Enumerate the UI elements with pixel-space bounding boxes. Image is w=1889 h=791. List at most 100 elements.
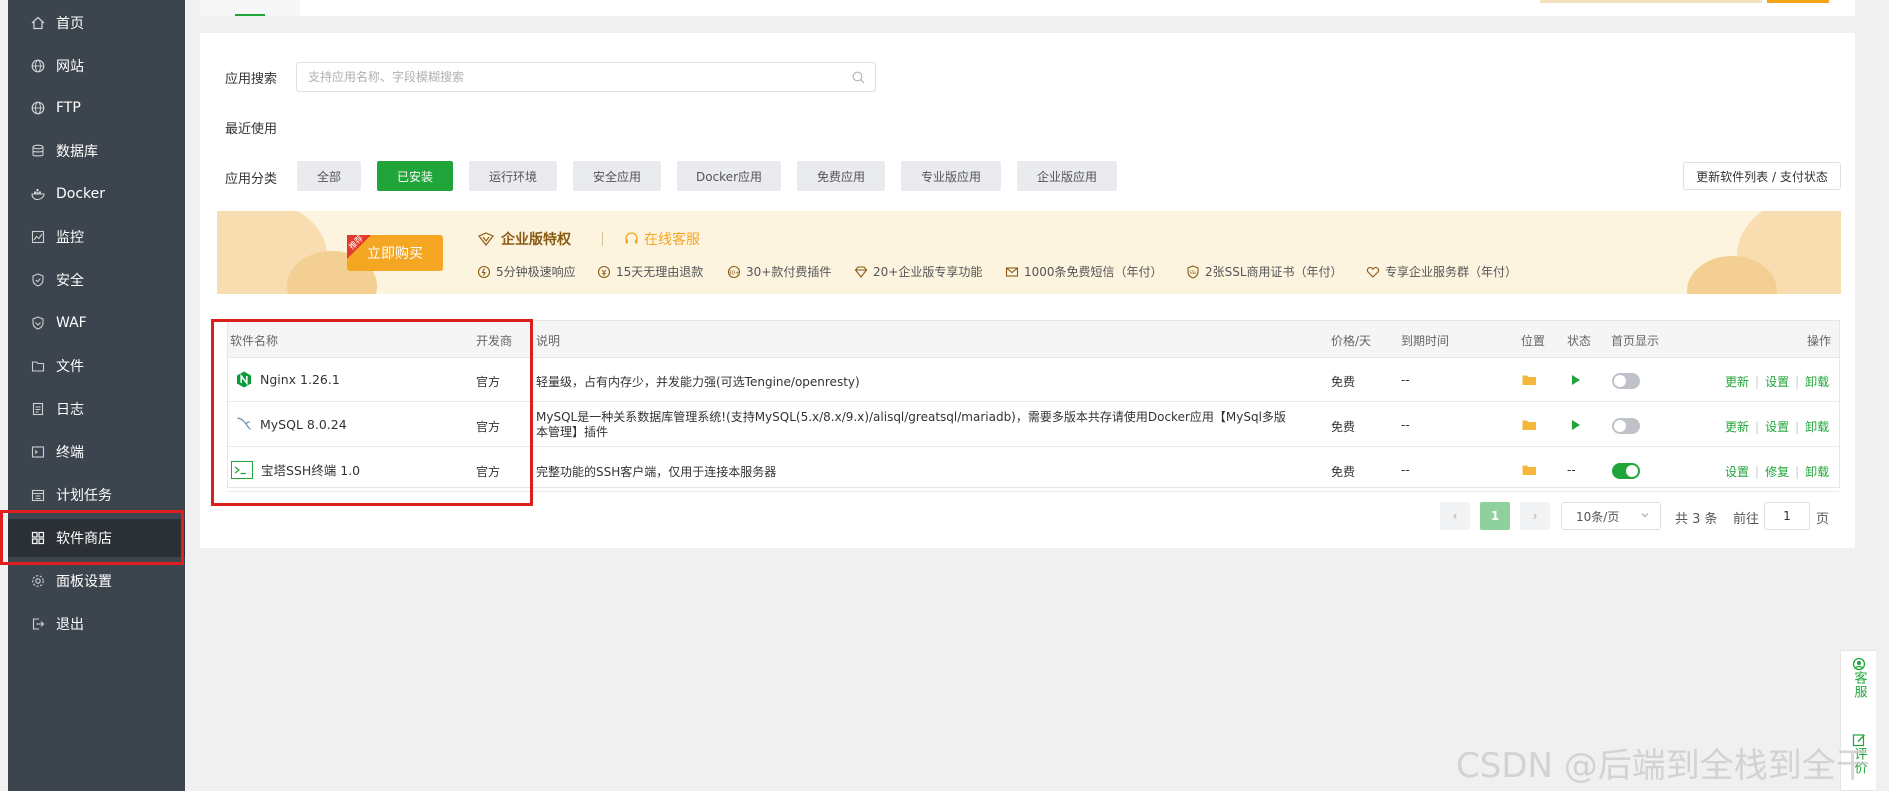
next-page-button[interactable]: › xyxy=(1520,502,1550,530)
online-service-text: 在线客服 xyxy=(644,232,700,248)
category-security[interactable]: 安全应用 xyxy=(573,161,661,191)
csdn-watermark: CSDN @后端到全栈到全干 xyxy=(1456,746,1870,786)
homepage-toggle[interactable] xyxy=(1612,373,1640,389)
sidebar-item-cron[interactable]: 计划任务 xyxy=(8,476,185,514)
sidebar-item-waf[interactable]: WAF xyxy=(8,304,185,342)
price: 免费 xyxy=(1331,420,1356,434)
sidebar-item-label: 数据库 xyxy=(56,144,98,160)
banner-divider xyxy=(602,232,603,246)
online-service-link[interactable]: 在线客服 xyxy=(624,229,700,249)
folder-open-icon[interactable] xyxy=(1522,374,1537,386)
table-row: 宝塔SSH终端 1.0 官方 完整功能的SSH客户端，仅用于连接本服务器 免费 … xyxy=(228,448,1839,492)
sidebar-item-ftp[interactable]: FTP xyxy=(8,89,185,127)
software-name[interactable]: 宝塔SSH终端 1.0 xyxy=(231,460,360,479)
update-action[interactable]: 更新 xyxy=(1725,375,1749,389)
table-header: 软件名称 开发商 说明 价格/天 到期时间 位置 状态 首页显示 操作 xyxy=(228,321,1839,358)
sidebar-item-files[interactable]: 文件 xyxy=(8,347,185,385)
settings-action[interactable]: 设置 xyxy=(1765,420,1789,434)
rate-label: 评价 xyxy=(1851,747,1867,775)
search-box[interactable] xyxy=(296,62,876,92)
customer-service-button[interactable]: 客服 xyxy=(1841,657,1877,699)
sidebar-item-label: WAF xyxy=(56,315,87,331)
lightning-clock-icon xyxy=(477,265,491,278)
sidebar-item-label: 安全 xyxy=(56,273,84,289)
total-count: 共 3 条 xyxy=(1675,512,1718,527)
refund-icon xyxy=(597,265,611,278)
software-name[interactable]: MySQL 8.0.24 xyxy=(236,416,347,432)
feature-text: 1000条免费短信（年付） xyxy=(1024,265,1163,279)
feature-text: 15天无理由退款 xyxy=(616,265,704,279)
category-pro[interactable]: 专业版应用 xyxy=(901,161,1001,191)
software-name[interactable]: Nginx 1.26.1 xyxy=(236,371,340,388)
refresh-list-button[interactable]: 更新软件列表 / 支付状态 xyxy=(1683,162,1841,190)
settings-action[interactable]: 设置 xyxy=(1725,465,1749,479)
goto-page-input[interactable] xyxy=(1764,502,1810,530)
shield-icon xyxy=(30,272,46,288)
sidebar-item-terminal[interactable]: 终端 xyxy=(8,433,185,471)
sidebar-item-logout[interactable]: 退出 xyxy=(8,605,185,643)
sidebar-item-monitor[interactable]: 监控 xyxy=(8,218,185,256)
top-button-edge[interactable] xyxy=(1767,0,1829,3)
search-icon[interactable] xyxy=(852,71,865,84)
recent-label: 最近使用 xyxy=(225,122,278,137)
search-input[interactable] xyxy=(308,70,838,84)
log-icon xyxy=(30,401,46,417)
category-all[interactable]: 全部 xyxy=(297,161,361,191)
sidebar-item-app-store[interactable]: 软件商店 xyxy=(8,519,185,557)
sidebar-item-docker[interactable]: Docker xyxy=(8,175,185,213)
goto-label: 前往 xyxy=(1733,512,1760,527)
folder-open-icon[interactable] xyxy=(1522,419,1537,431)
homepage-toggle[interactable] xyxy=(1612,418,1640,434)
ssl-shield-icon: SSL xyxy=(1187,264,1199,279)
category-free[interactable]: 免费应用 xyxy=(797,161,885,191)
diamond-icon xyxy=(854,265,868,278)
settings-action[interactable]: 设置 xyxy=(1765,375,1789,389)
sidebar-item-database[interactable]: 数据库 xyxy=(8,132,185,170)
grid-apps-icon xyxy=(30,530,46,546)
play-status-icon[interactable] xyxy=(1571,419,1581,431)
ssh-terminal-icon xyxy=(231,460,253,479)
sidebar-item-website[interactable]: 网站 xyxy=(8,47,185,85)
category-installed[interactable]: 已安装 xyxy=(377,161,453,191)
repair-action[interactable]: 修复 xyxy=(1765,465,1789,479)
category-docker[interactable]: Docker应用 xyxy=(677,161,781,191)
update-action[interactable]: 更新 xyxy=(1725,420,1749,434)
category-enterprise[interactable]: 企业版应用 xyxy=(1017,161,1117,191)
sidebar-item-panel-settings[interactable]: 面板设置 xyxy=(8,562,185,600)
software-name-text: MySQL 8.0.24 xyxy=(260,416,347,432)
customer-service-label: 客服 xyxy=(1851,671,1867,699)
action-separator: | xyxy=(1795,420,1800,434)
play-status-icon[interactable] xyxy=(1571,374,1581,386)
mysql-icon xyxy=(237,417,251,430)
logout-icon xyxy=(30,616,46,632)
chevron-down-icon xyxy=(1641,513,1649,518)
sidebar-item-label: 监控 xyxy=(56,230,84,246)
sidebar-item-security[interactable]: 安全 xyxy=(8,261,185,299)
docker-icon xyxy=(30,186,46,202)
top-tab-selected[interactable] xyxy=(200,0,300,16)
header-location: 位置 xyxy=(1521,334,1546,348)
homepage-toggle[interactable] xyxy=(1612,463,1640,479)
top-search-input-edge[interactable] xyxy=(1540,0,1762,3)
envelope-icon xyxy=(1005,266,1019,277)
uninstall-action[interactable]: 卸载 xyxy=(1805,420,1829,434)
sidebar-item-home[interactable]: 首页 xyxy=(8,4,185,42)
sidebar-item-label: Docker xyxy=(56,186,106,202)
headset-icon xyxy=(625,232,638,244)
ftp-globe-icon xyxy=(30,100,46,116)
developer: 官方 xyxy=(476,375,501,389)
prev-page-button[interactable]: ‹ xyxy=(1440,502,1470,530)
uninstall-action[interactable]: 卸载 xyxy=(1805,465,1829,479)
calendar-icon xyxy=(30,487,46,503)
header-status: 状态 xyxy=(1567,334,1592,348)
crown-diamond-icon xyxy=(478,232,494,246)
uninstall-action[interactable]: 卸载 xyxy=(1805,375,1829,389)
folder-open-icon[interactable] xyxy=(1522,464,1537,476)
page-number-current[interactable]: 1 xyxy=(1480,502,1510,530)
page-unit-label: 页 xyxy=(1816,512,1830,527)
page-size-select[interactable]: 10条/页 xyxy=(1561,502,1661,530)
category-runtime[interactable]: 运行环境 xyxy=(469,161,557,191)
rate-button[interactable]: 评价 xyxy=(1841,733,1877,775)
sidebar-item-logs[interactable]: 日志 xyxy=(8,390,185,428)
heart-handshake-icon xyxy=(1366,266,1380,278)
